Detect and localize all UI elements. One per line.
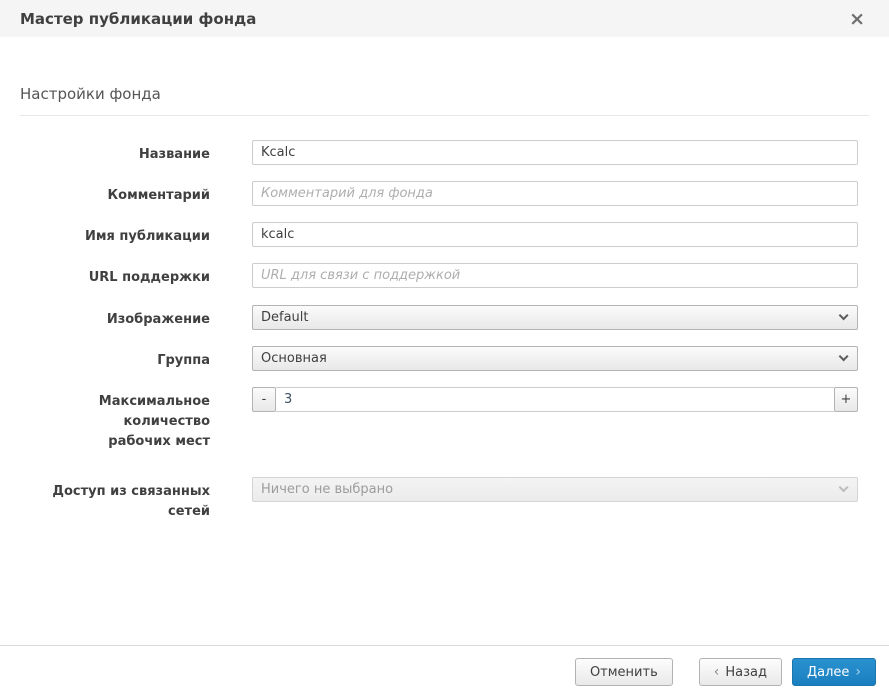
comment-input[interactable] xyxy=(252,181,858,206)
decrement-button[interactable]: - xyxy=(252,387,276,412)
dialog-footer: Отменить ‹ Назад Далее › xyxy=(0,645,889,698)
dialog-title: Мастер публикации фонда xyxy=(20,10,845,28)
support-url-label: URL поддержки xyxy=(20,263,210,288)
support-url-input[interactable] xyxy=(252,263,858,288)
form-row-comment: Комментарий xyxy=(20,181,869,206)
form-row-group: Группа Основная xyxy=(20,346,869,371)
networks-select: Ничего не выбрано xyxy=(252,477,858,502)
form-row-publish-name: Имя публикации xyxy=(20,222,869,247)
name-label: Название xyxy=(20,140,210,165)
fund-publish-wizard-dialog: Мастер публикации фонда × Настройки фонд… xyxy=(0,0,889,698)
networks-label: Доступ из связанных сетей xyxy=(20,477,210,522)
back-button[interactable]: ‹ Назад xyxy=(699,658,782,686)
section-title: Настройки фонда xyxy=(20,85,869,116)
comment-label: Комментарий xyxy=(20,181,210,206)
chevron-left-icon: ‹ xyxy=(714,664,720,680)
max-seats-label: Максимальное количество рабочих мест xyxy=(20,387,210,452)
max-seats-input[interactable] xyxy=(276,387,834,412)
group-label: Группа xyxy=(20,346,210,371)
form-row-image: Изображение Default xyxy=(20,305,869,330)
name-input[interactable] xyxy=(252,140,858,165)
form-row-name: Название xyxy=(20,140,869,165)
chevron-down-icon xyxy=(839,310,849,320)
chevron-down-icon xyxy=(839,351,849,361)
chevron-down-icon xyxy=(839,483,849,493)
dialog-body: Настройки фонда Название Комментарий Имя… xyxy=(0,37,889,645)
fund-settings-form: Название Комментарий Имя публикации xyxy=(20,140,869,523)
image-select-value: Default xyxy=(261,310,838,325)
networks-select-value: Ничего не выбрано xyxy=(261,482,838,497)
group-select-value: Основная xyxy=(261,351,838,366)
increment-button[interactable]: + xyxy=(834,387,858,412)
dialog-header: Мастер публикации фонда × xyxy=(0,0,889,37)
form-row-max-seats: Максимальное количество рабочих мест - + xyxy=(20,387,869,452)
next-button[interactable]: Далее › xyxy=(792,658,876,686)
publish-name-label: Имя публикации xyxy=(20,222,210,247)
cancel-button[interactable]: Отменить xyxy=(575,658,673,686)
publish-name-input[interactable] xyxy=(252,222,858,247)
form-row-support-url: URL поддержки xyxy=(20,263,869,288)
form-row-networks: Доступ из связанных сетей Ничего не выбр… xyxy=(20,477,869,522)
image-select[interactable]: Default xyxy=(252,305,858,330)
chevron-right-icon: › xyxy=(855,664,861,680)
max-seats-stepper: - + xyxy=(252,387,858,412)
close-icon[interactable]: × xyxy=(845,8,869,31)
image-label: Изображение xyxy=(20,305,210,330)
group-select[interactable]: Основная xyxy=(252,346,858,371)
